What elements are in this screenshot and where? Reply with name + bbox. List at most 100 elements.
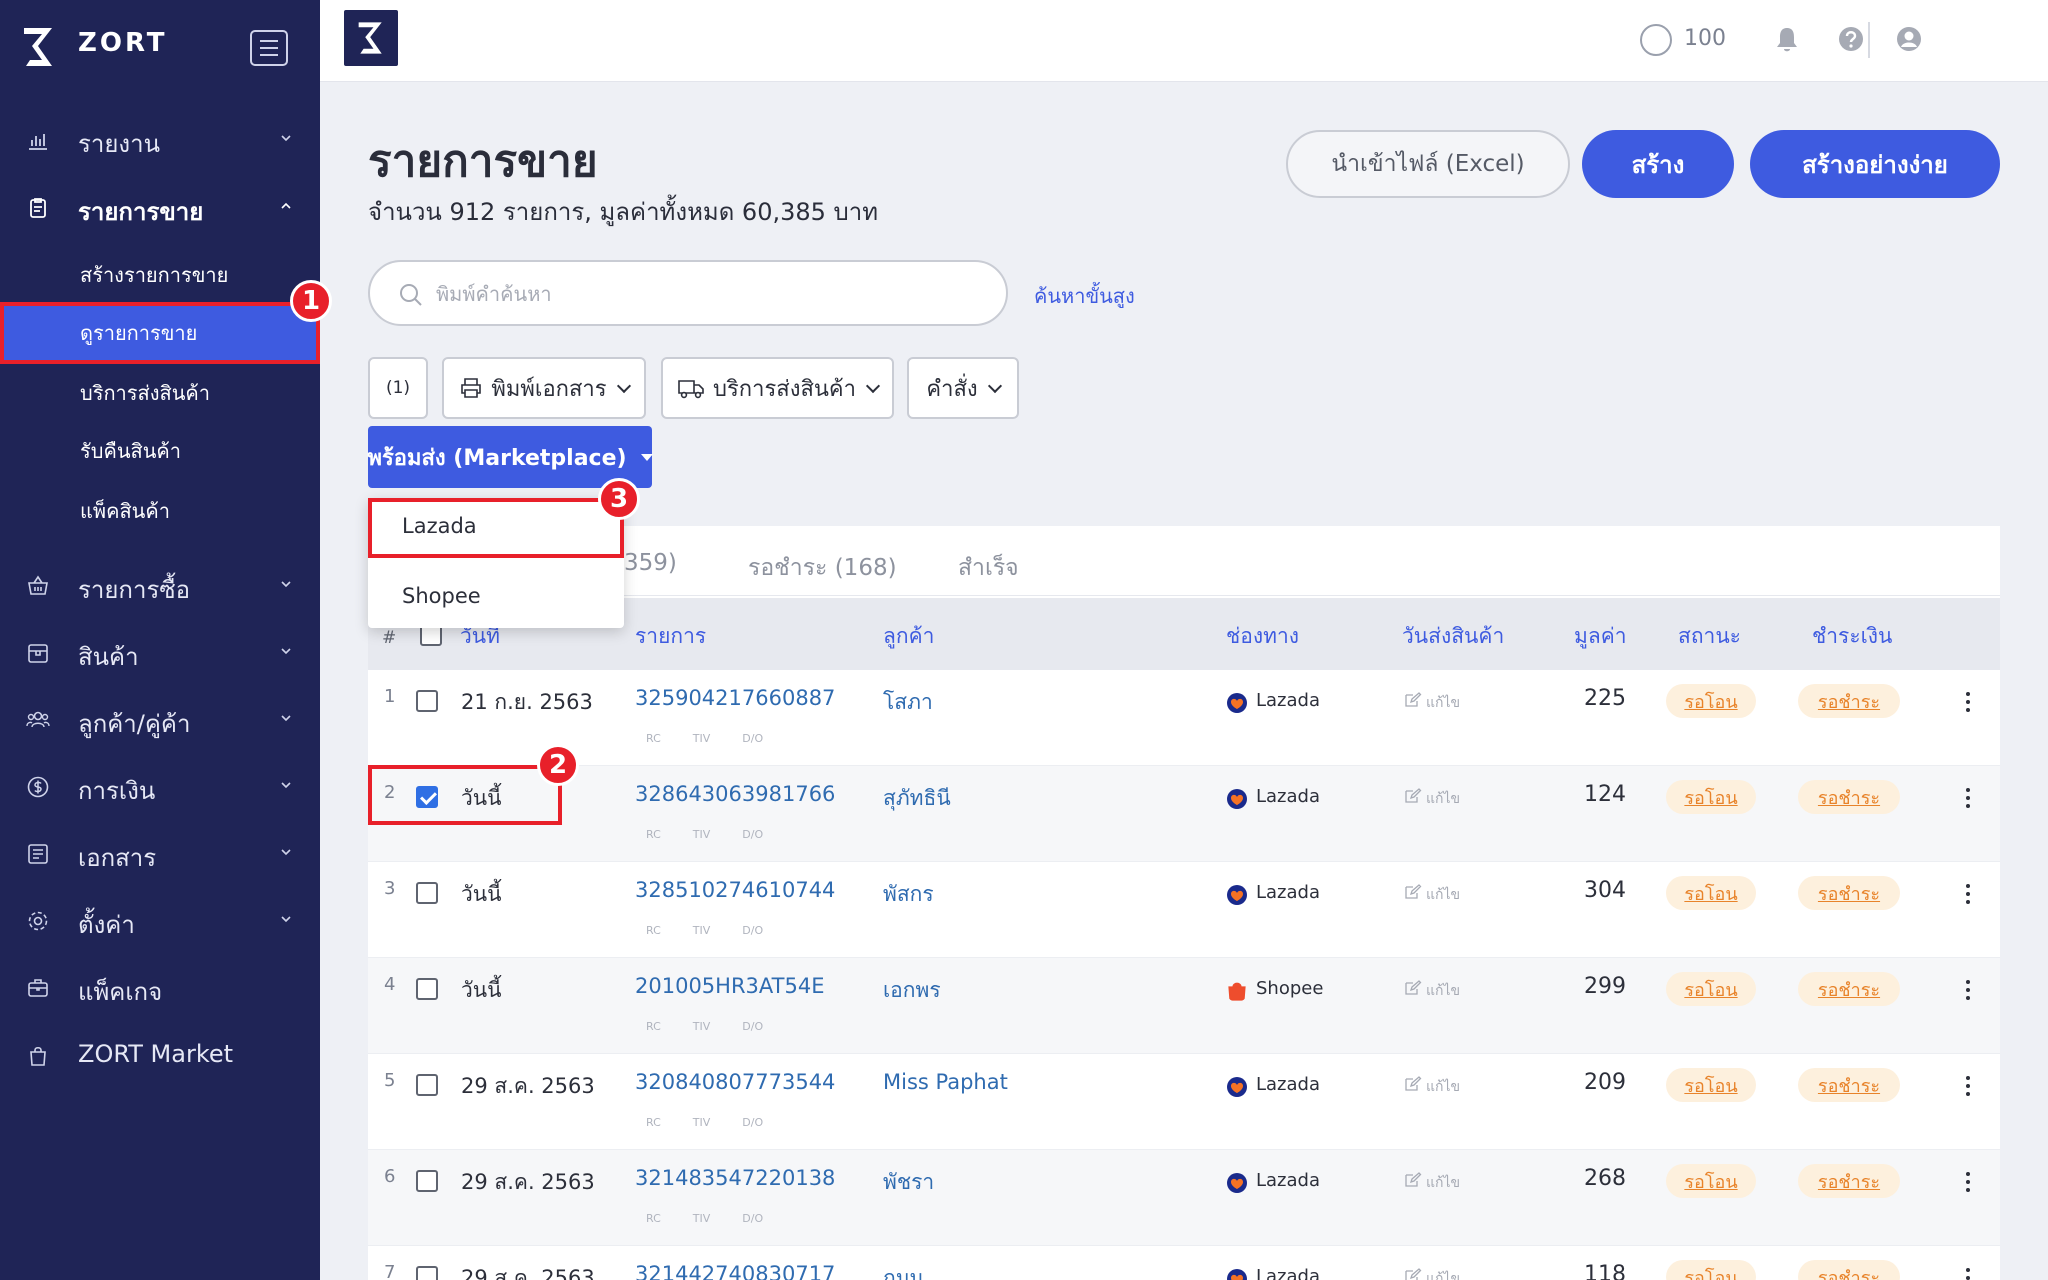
row-edit-ship-date[interactable]: แก้ไข <box>1426 884 1460 906</box>
row-customer-link[interactable]: พัสกร <box>883 878 934 911</box>
table-row[interactable]: 2 วันนี้ 328643063981766 RC TIV D/O สุภัทธินี L… <box>368 766 2000 862</box>
tag-tiv[interactable]: TIV <box>693 828 711 841</box>
sidebar-item-report[interactable]: รายงาน <box>0 112 320 168</box>
tag-do[interactable]: D/O <box>742 1020 763 1033</box>
tag-do[interactable]: D/O <box>742 1212 763 1225</box>
row-payment-badge[interactable]: รอชำระ <box>1798 1068 1900 1102</box>
col-customer[interactable]: ลูกค้า <box>883 620 934 653</box>
sidebar-item-products[interactable]: สินค้า <box>0 625 320 681</box>
row-customer-link[interactable]: พัชรา <box>883 1166 934 1199</box>
edit-icon[interactable] <box>1404 788 1422 804</box>
tag-tiv[interactable]: TIV <box>693 1020 711 1033</box>
row-order-link[interactable]: 328510274610744 <box>635 878 835 902</box>
shipping-service-button[interactable]: บริการส่งสินค้า <box>661 357 894 419</box>
more-options-icon[interactable] <box>1966 1172 1972 1194</box>
edit-icon[interactable] <box>1404 692 1422 708</box>
row-status-badge[interactable]: รอโอน <box>1666 1068 1756 1102</box>
more-options-icon[interactable] <box>1966 1076 1972 1098</box>
sidebar-subitem-create-sale[interactable]: สร้างรายการขาย <box>0 244 320 300</box>
edit-icon[interactable] <box>1404 1172 1422 1188</box>
more-options-icon[interactable] <box>1966 980 1972 1002</box>
search-input[interactable] <box>436 276 976 312</box>
row-payment-badge[interactable]: รอชำระ <box>1798 972 1900 1006</box>
tag-rc[interactable]: RC <box>646 1020 661 1033</box>
table-row[interactable]: 3 วันนี้ 328510274610744 RC TIV D/O พัสกร Lazad… <box>368 862 2000 958</box>
sidebar-item-package[interactable]: แพ็คเกจ <box>0 960 320 1016</box>
row-edit-ship-date[interactable]: แก้ไข <box>1426 692 1460 714</box>
tag-tiv[interactable]: TIV <box>693 1116 711 1129</box>
tab-awaiting-payment[interactable]: รอชำระ (168) <box>748 550 897 586</box>
row-checkbox[interactable] <box>416 882 438 904</box>
sidebar-item-settings[interactable]: ตั้งค่า <box>0 893 320 949</box>
sidebar-subitem-packing[interactable]: แพ็คสินค้า <box>0 480 320 536</box>
row-customer-link[interactable]: สุภัทธินี <box>883 782 951 815</box>
dropdown-option-lazada[interactable]: Lazada <box>368 498 624 558</box>
row-status-badge[interactable]: รอโอน <box>1666 972 1756 1006</box>
tag-do[interactable]: D/O <box>742 732 763 745</box>
tag-rc[interactable]: RC <box>646 1116 661 1129</box>
tag-do[interactable]: D/O <box>742 924 763 937</box>
row-checkbox[interactable] <box>416 1074 438 1096</box>
top-logo[interactable] <box>344 10 398 66</box>
row-checkbox[interactable] <box>416 978 438 1000</box>
table-row[interactable]: 5 29 ส.ค. 2563 320840807773544 RC TIV D/O Miss… <box>368 1054 2000 1150</box>
user-avatar-icon[interactable] <box>1894 24 1924 54</box>
command-button[interactable]: คำสั่ง <box>907 357 1019 419</box>
col-ship-date[interactable]: วันส่งสินค้า <box>1402 620 1504 653</box>
row-checkbox[interactable] <box>416 690 438 712</box>
edit-icon[interactable] <box>1404 1076 1422 1092</box>
col-value[interactable]: มูลค่า <box>1574 620 1627 653</box>
help-icon[interactable] <box>1836 24 1866 54</box>
row-edit-ship-date[interactable]: แก้ไข <box>1426 1172 1460 1194</box>
more-options-icon[interactable] <box>1966 884 1972 906</box>
row-status-badge[interactable]: รอโอน <box>1666 780 1756 814</box>
tab-partial[interactable]: 359) <box>624 550 677 576</box>
row-order-link[interactable]: 325904217660887 <box>635 686 835 710</box>
sidebar-item-contacts[interactable]: ลูกค้า/คู่ค้า <box>0 692 320 748</box>
row-order-link[interactable]: 328643063981766 <box>635 782 835 806</box>
row-checkbox[interactable] <box>416 1170 438 1192</box>
row-edit-ship-date[interactable]: แก้ไข <box>1426 1268 1460 1280</box>
more-options-icon[interactable] <box>1966 1268 1972 1280</box>
row-order-link[interactable]: 321442740830717 <box>635 1262 835 1280</box>
sidebar-item-sales[interactable]: รายการขาย <box>0 180 320 236</box>
row-order-link[interactable]: 321483547220138 <box>635 1166 835 1190</box>
more-options-icon[interactable] <box>1966 788 1972 810</box>
tag-tiv[interactable]: TIV <box>693 1212 711 1225</box>
col-channel[interactable]: ช่องทาง <box>1226 620 1299 653</box>
sidebar-item-purchases[interactable]: รายการซื้อ <box>0 558 320 614</box>
row-edit-ship-date[interactable]: แก้ไข <box>1426 1076 1460 1098</box>
table-row[interactable]: 729 ส.ค. 2563321442740830717RCTIVD/OฤมนL… <box>368 1246 2000 1280</box>
more-options-icon[interactable] <box>1966 692 1972 714</box>
selected-count-button[interactable]: (1) <box>368 357 428 419</box>
row-edit-ship-date[interactable]: แก้ไข <box>1426 788 1460 810</box>
table-row[interactable]: 4 วันนี้ 201005HR3AT54E RC TIV D/O เอกพร Shopee… <box>368 958 2000 1054</box>
row-customer-link[interactable]: ฤมน <box>883 1262 924 1280</box>
row-order-link[interactable]: 320840807773544 <box>635 1070 835 1094</box>
tag-rc[interactable]: RC <box>646 1212 661 1225</box>
row-payment-badge[interactable]: รอชำระ <box>1798 780 1900 814</box>
tag-tiv[interactable]: TIV <box>693 924 711 937</box>
create-easy-button[interactable]: สร้างอย่างง่าย <box>1750 130 2000 198</box>
row-edit-ship-date[interactable]: แก้ไข <box>1426 980 1460 1002</box>
sidebar-subitem-view-sales[interactable]: ดูรายการขาย <box>0 302 320 364</box>
tag-rc[interactable]: RC <box>646 924 661 937</box>
sidebar-subitem-shipping[interactable]: บริการส่งสินค้า <box>0 362 320 418</box>
row-status-badge[interactable]: รอโอน <box>1666 876 1756 910</box>
tag-rc[interactable]: RC <box>646 732 661 745</box>
tag-rc[interactable]: RC <box>646 828 661 841</box>
row-customer-link[interactable]: โสภา <box>883 686 933 719</box>
import-excel-button[interactable]: นำเข้าไฟล์ (Excel) <box>1286 130 1570 198</box>
col-payment[interactable]: ชำระเงิน <box>1812 620 1892 653</box>
table-row[interactable]: 6 29 ส.ค. 2563 321483547220138 RC TIV D/O พัชร… <box>368 1150 2000 1246</box>
col-order[interactable]: รายการ <box>635 620 706 653</box>
row-status-badge[interactable]: รอโอน <box>1666 1164 1756 1198</box>
sidebar-item-documents[interactable]: เอกสาร <box>0 826 320 882</box>
sidebar-subitem-returns[interactable]: รับคืนสินค้า <box>0 420 320 476</box>
tag-do[interactable]: D/O <box>742 1116 763 1129</box>
sidebar-item-finance[interactable]: การเงิน <box>0 759 320 815</box>
col-status[interactable]: สถานะ <box>1678 620 1741 653</box>
row-customer-link[interactable]: Miss Paphat <box>883 1070 1008 1094</box>
tag-do[interactable]: D/O <box>742 828 763 841</box>
tab-completed[interactable]: สำเร็จ <box>958 550 1019 586</box>
